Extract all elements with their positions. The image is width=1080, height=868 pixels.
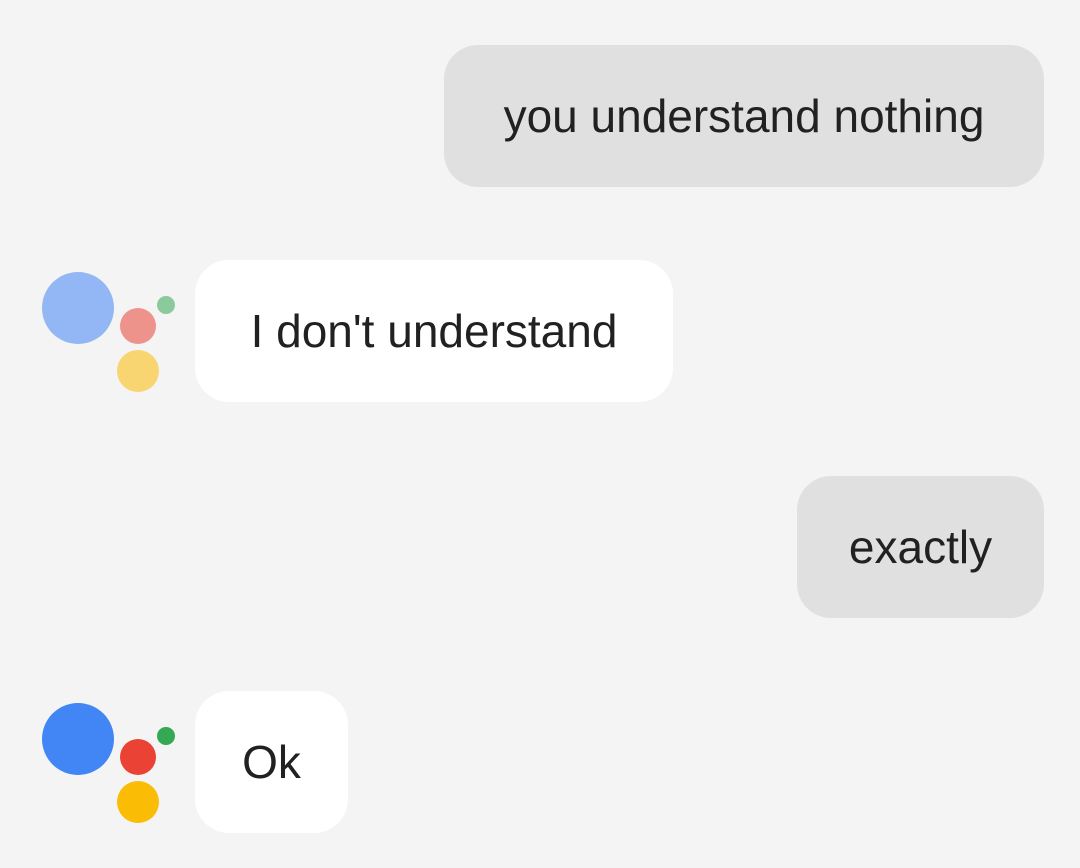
assistant-dot-blue [42, 272, 114, 344]
assistant-dot-yellow [117, 350, 159, 392]
user-message-text: you understand nothing [503, 90, 985, 142]
assistant-dot-green [157, 727, 175, 745]
assistant-dot-blue [42, 703, 114, 775]
assistant-message-text: Ok [242, 736, 301, 788]
assistant-dot-green [157, 296, 175, 314]
user-message-text: exactly [848, 521, 993, 573]
assistant-dot-red [120, 308, 156, 344]
assistant-dot-red [120, 739, 156, 775]
assistant-dot-yellow [117, 781, 159, 823]
user-message-bubble[interactable]: exactly [797, 476, 1044, 618]
google-assistant-icon [42, 272, 182, 402]
user-message-bubble[interactable]: you understand nothing [444, 45, 1044, 187]
assistant-message-bubble[interactable]: Ok [195, 691, 348, 833]
assistant-message-bubble[interactable]: I don't understand [195, 260, 673, 402]
google-assistant-icon [42, 703, 182, 833]
assistant-message-text: I don't understand [250, 305, 618, 357]
